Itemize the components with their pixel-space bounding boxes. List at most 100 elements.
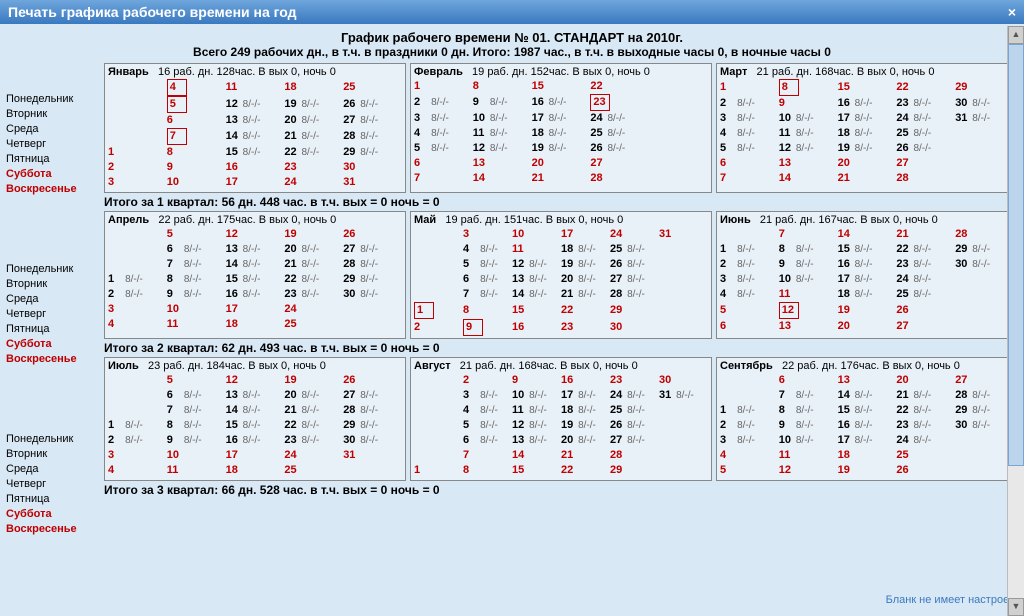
calendar-cell bbox=[108, 79, 167, 96]
calendar-cell: 25 bbox=[284, 463, 343, 478]
quarter1-total: Итого за 1 квартал: 56 дн. 448 час. в т.… bbox=[104, 195, 1018, 209]
calendar-cell: 29 bbox=[955, 79, 1014, 96]
calendar-cell: 15 bbox=[838, 79, 897, 96]
calendar-cell: 22 8/-/- bbox=[284, 418, 343, 433]
calendar-cell: 25 8/-/- bbox=[610, 403, 659, 418]
calendar-cell bbox=[108, 242, 167, 257]
calendar-cell: 31 8/-/- bbox=[955, 111, 1014, 126]
calendar-cell: 15 8/-/- bbox=[226, 272, 285, 287]
calendar-cell: 4 8/-/- bbox=[720, 126, 779, 141]
weekday-label: Среда bbox=[6, 462, 98, 477]
calendar-cell bbox=[659, 272, 708, 287]
calendar-cell bbox=[414, 418, 463, 433]
month-jul: Июль 23 раб. дн. 184час. В вых 0, ночь 0… bbox=[104, 357, 406, 481]
month-feb: Февраль 19 раб. дн. 152час. В вых 0, ноч… bbox=[410, 63, 712, 193]
calendar-cell: 12 8/-/- bbox=[473, 141, 532, 156]
calendar-cell: 23 8/-/- bbox=[896, 257, 955, 272]
calendar-cell: 5 8/-/- bbox=[720, 141, 779, 156]
calendar-cell: 10 8/-/- bbox=[779, 433, 838, 448]
calendar-cell bbox=[414, 242, 463, 257]
calendar-cell bbox=[659, 287, 708, 302]
calendar-cell: 24 bbox=[284, 448, 343, 463]
calendar-cell: 10 8/-/- bbox=[473, 111, 532, 126]
calendar-cell: 25 bbox=[284, 317, 343, 332]
calendar-cell: 8 bbox=[167, 145, 226, 160]
calendar-cell: 8 bbox=[779, 79, 838, 96]
calendar-cell bbox=[108, 227, 167, 242]
month-header: Январь 16 раб. дн. 128час. В вых 0, ночь… bbox=[108, 66, 402, 78]
calendar-cell: 18 8/-/- bbox=[838, 287, 897, 302]
calendar-cell: 19 8/-/- bbox=[561, 418, 610, 433]
calendar-cell: 22 8/-/- bbox=[896, 403, 955, 418]
calendar-cell bbox=[659, 302, 708, 319]
calendar-cell: 20 bbox=[838, 156, 897, 171]
calendar-cell: 27 bbox=[590, 156, 649, 171]
calendar-cell: 17 8/-/- bbox=[838, 111, 897, 126]
calendar-cell bbox=[414, 448, 463, 463]
calendar-cell: 4 8/-/- bbox=[414, 126, 473, 141]
scroll-thumb[interactable] bbox=[1008, 44, 1024, 466]
calendar-cell: 16 8/-/- bbox=[838, 96, 897, 111]
calendar-cell: 7 8/-/- bbox=[779, 388, 838, 403]
weekday-labels: ПонедельникВторникСредаЧетвергПятницаСуб… bbox=[6, 92, 98, 197]
calendar-cell: 1 8/-/- bbox=[720, 242, 779, 257]
calendar-cell: 4 bbox=[108, 463, 167, 478]
calendar-cell: 23 8/-/- bbox=[284, 287, 343, 302]
calendar-cell: 1 8/-/- bbox=[108, 418, 167, 433]
calendar-cell: 27 8/-/- bbox=[343, 113, 402, 128]
scroll-up-icon[interactable]: ▲ bbox=[1008, 26, 1024, 44]
calendar-cell bbox=[414, 272, 463, 287]
calendar-cell bbox=[720, 388, 779, 403]
calendar-cell: 2 8/-/- bbox=[720, 257, 779, 272]
calendar-cell: 5 bbox=[167, 96, 226, 113]
calendar-cell: 31 bbox=[343, 448, 402, 463]
calendar-cell: 27 bbox=[896, 156, 955, 171]
calendar-cell: 2 bbox=[108, 160, 167, 175]
calendar-cell bbox=[108, 403, 167, 418]
calendar-cell: 12 bbox=[226, 373, 285, 388]
calendar-cell bbox=[108, 257, 167, 272]
calendar-cell: 6 bbox=[167, 113, 226, 128]
calendar-cell: 15 8/-/- bbox=[226, 145, 285, 160]
calendar-cell: 8 8/-/- bbox=[167, 418, 226, 433]
calendar-cell: 6 8/-/- bbox=[167, 242, 226, 257]
calendar-cell: 30 8/-/- bbox=[343, 287, 402, 302]
calendar-cell: 23 bbox=[590, 94, 649, 111]
calendar-cell: 17 bbox=[226, 175, 285, 190]
calendar-cell bbox=[649, 156, 708, 171]
calendar-cell: 16 bbox=[512, 319, 561, 336]
calendar-cell: 9 bbox=[167, 160, 226, 175]
calendar-cell: 29 8/-/- bbox=[343, 145, 402, 160]
close-icon[interactable]: × bbox=[1008, 4, 1016, 20]
calendar-cell: 2 8/-/- bbox=[108, 287, 167, 302]
calendar-cell bbox=[955, 171, 1014, 186]
calendar-cell: 5 8/-/- bbox=[463, 257, 512, 272]
month-sep: Сентябрь 22 раб. дн. 176час. В вых 0, но… bbox=[716, 357, 1018, 481]
calendar-cell: 5 bbox=[167, 227, 226, 242]
calendar-cell: 1 bbox=[414, 302, 463, 319]
calendar-cell: 25 8/-/- bbox=[896, 126, 955, 141]
calendar-cell: 26 bbox=[343, 373, 402, 388]
calendar-cell: 24 8/-/- bbox=[896, 272, 955, 287]
calendar-cell: 20 8/-/- bbox=[284, 388, 343, 403]
calendar-cell: 20 8/-/- bbox=[284, 242, 343, 257]
calendar-cell: 18 8/-/- bbox=[838, 126, 897, 141]
vertical-scrollbar[interactable]: ▲ ▼ bbox=[1007, 26, 1024, 616]
calendar-cell: 16 8/-/- bbox=[838, 418, 897, 433]
quarter3-total: Итого за 3 квартал: 66 дн. 528 час. в т.… bbox=[104, 483, 1018, 497]
calendar-cell: 9 bbox=[463, 319, 512, 336]
calendar-cell: 31 8/-/- bbox=[659, 388, 708, 403]
weekday-labels: ПонедельникВторникСредаЧетвергПятницаСуб… bbox=[6, 432, 98, 537]
calendar-cell: 22 bbox=[561, 463, 610, 478]
calendar-cell: 8 8/-/- bbox=[779, 242, 838, 257]
calendar-cell: 25 bbox=[896, 448, 955, 463]
calendar-cell: 12 8/-/- bbox=[512, 257, 561, 272]
scroll-down-icon[interactable]: ▼ bbox=[1008, 598, 1024, 616]
calendar-cell: 12 bbox=[226, 227, 285, 242]
weekday-label: Понедельник bbox=[6, 262, 98, 277]
weekday-label: Суббота bbox=[6, 337, 98, 352]
calendar-cell bbox=[659, 242, 708, 257]
calendar-cell: 31 bbox=[659, 227, 708, 242]
calendar-cell: 30 bbox=[659, 373, 708, 388]
calendar-cell: 18 bbox=[284, 79, 343, 96]
